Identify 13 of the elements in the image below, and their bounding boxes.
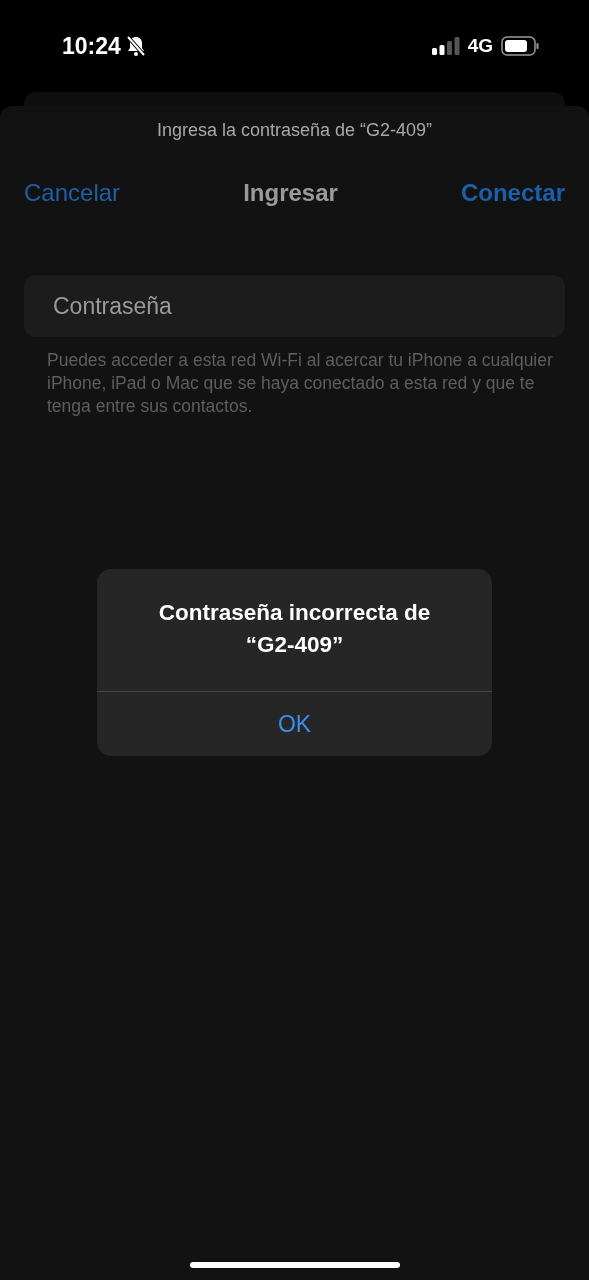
battery-icon [501, 36, 539, 56]
muted-bell-icon [125, 35, 146, 57]
alert-title: Contraseña incorrecta de “G2-409” [97, 569, 492, 692]
ok-button[interactable]: OK [97, 692, 492, 756]
network-type: 4G [467, 35, 493, 57]
signal-icon [431, 37, 460, 55]
connect-button[interactable]: Conectar [460, 179, 565, 207]
status-time: 10:24 [62, 32, 121, 60]
sheet-prompt: Ingresa la contraseña de “G2-409” [155, 120, 434, 141]
cancel-button[interactable]: Cancelar [24, 179, 121, 207]
hint-text: Puedes acceder a esta red Wi-Fi al acercar tu iPhone a cualquier iPhone, iPad o Mac que se haya conectado a esta red y que te tenga entre sus contactos. [47, 349, 554, 418]
password-field[interactable]: Contraseña [24, 275, 565, 337]
sheet-title: Ingresar [243, 179, 338, 207]
